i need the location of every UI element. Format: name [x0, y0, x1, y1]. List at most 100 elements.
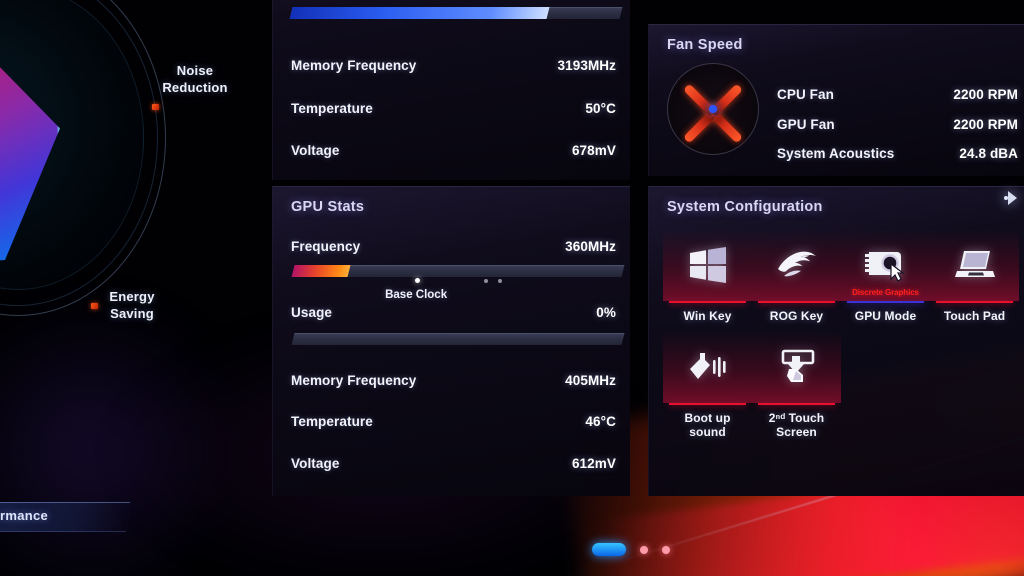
config-tile-second-touch-screen[interactable]: 2ⁿᵈ Touch Screen	[752, 331, 841, 439]
fan-hub	[709, 105, 717, 113]
page-dot-2[interactable]	[640, 545, 648, 554]
page-indicator[interactable]	[592, 543, 670, 556]
system-configuration-title: System Configuration	[667, 199, 823, 215]
gpu-frequency-bar[interactable]	[291, 265, 625, 277]
gpu-frequency-bar-fill	[291, 265, 351, 277]
gpu-temperature-label: Temperature	[291, 414, 373, 429]
fan-icon	[667, 63, 759, 155]
gpu-frequency-value: 360MHz	[565, 239, 616, 254]
chevron-right-icon[interactable]	[1002, 188, 1022, 208]
config-tile-touch-pad[interactable]: Touch Pad	[930, 229, 1019, 323]
table-row: Voltage 612mV	[291, 456, 616, 474]
boot-sound-icon	[686, 347, 730, 387]
gpu-tick-marker-2	[497, 279, 502, 283]
rog-eye-logo-icon	[775, 245, 819, 285]
config-label-line1: ROG Key	[769, 309, 824, 323]
performance-mode-label: rmance	[0, 508, 49, 523]
fan-speed-title: Fan Speed	[667, 37, 743, 53]
cpu-memory-frequency-value: 3193MHz	[557, 58, 616, 73]
cpu-temperature-label: Temperature	[291, 101, 373, 116]
config-tile-underline	[758, 403, 835, 405]
gpu-temperature-value: 46°C	[585, 414, 616, 429]
system-configuration-panel: System Configuration Win Key ROG Key Dis…	[648, 186, 1024, 496]
config-label-line2: sound	[689, 425, 726, 439]
config-tile-art	[752, 229, 841, 301]
cpu-fan-value: 2200 RPM	[953, 87, 1018, 102]
dial-tick-energy-saving	[91, 303, 98, 309]
ambient-glow-left	[0, 300, 240, 576]
system-configuration-grid: Win Key ROG Key Discrete Graphics GPU Mo…	[663, 229, 1019, 439]
cpu-stats-panel: Memory Frequency 3193MHz Temperature 50°…	[272, 0, 630, 180]
config-tile-label: 2ⁿᵈ Touch Screen	[752, 411, 841, 439]
config-tile-win-key[interactable]: Win Key	[663, 229, 752, 323]
gpu-voltage-label: Voltage	[291, 456, 340, 471]
gpu-tick-marker-1	[484, 279, 489, 283]
gpu-voltage-value: 612mV	[571, 456, 616, 471]
config-tile-label: GPU Mode	[841, 309, 930, 323]
performance-radar-dial[interactable]	[0, 0, 170, 320]
config-tile-underline	[669, 301, 746, 303]
cpu-frequency-bar[interactable]	[289, 7, 623, 19]
page-dot-active[interactable]	[592, 543, 626, 556]
config-tile-label: Boot up sound	[663, 411, 752, 439]
table-row: Temperature 46°C	[291, 414, 616, 432]
table-row: Frequency 360MHz	[291, 239, 616, 257]
config-tile-art	[663, 229, 752, 301]
config-tile-gpu-mode[interactable]: Discrete Graphics GPU Mode	[841, 229, 930, 323]
table-row: System Acoustics 24.8 dBA	[777, 146, 1018, 164]
cpu-frequency-bar-fill	[289, 7, 550, 19]
gpu-memory-frequency-label: Memory Frequency	[291, 373, 417, 388]
config-label-line1: 2ⁿᵈ Touch	[768, 411, 825, 425]
table-row: Memory Frequency 3193MHz	[291, 58, 616, 76]
gpu-usage-label: Usage	[291, 305, 333, 320]
table-row: Voltage 678mV	[291, 143, 616, 161]
base-clock-caption: Base Clock	[385, 289, 448, 301]
gpu-usage-bar-fill	[291, 333, 295, 345]
dial-label-energy-line1: Energy	[109, 289, 155, 304]
cpu-temperature-value: 50°C	[585, 101, 616, 116]
base-clock-marker[interactable]	[415, 278, 421, 283]
config-label-line1: Touch Pad	[943, 309, 1006, 323]
dial-label-noise-line1: Noise	[176, 63, 214, 78]
config-label-line2: Screen	[776, 425, 817, 439]
table-row: Temperature 50°C	[291, 101, 616, 119]
gpu-fan-value: 2200 RPM	[953, 117, 1018, 132]
config-tile-underline	[758, 301, 835, 303]
windows-logo-icon	[686, 245, 730, 285]
config-tile-art: Discrete Graphics	[841, 229, 930, 301]
config-tile-boot-up-sound[interactable]: Boot up sound	[663, 331, 752, 439]
dial-label-energy-line2: Saving	[110, 306, 154, 321]
config-label-line1: GPU Mode	[854, 309, 917, 323]
cpu-voltage-value: 678mV	[571, 143, 616, 158]
config-tile-art	[752, 331, 841, 403]
gpu-stats-title: GPU Stats	[291, 199, 365, 215]
gpu-usage-value: 0%	[596, 305, 616, 320]
gpu-memory-frequency-value: 405MHz	[565, 373, 616, 388]
page-dot-3[interactable]	[662, 545, 670, 554]
cpu-memory-frequency-label: Memory Frequency	[291, 58, 417, 73]
config-tile-rog-key[interactable]: ROG Key	[752, 229, 841, 323]
gpu-stats-panel: GPU Stats Frequency 360MHz Base Clock Us…	[272, 186, 630, 496]
table-row: Usage 0%	[291, 305, 616, 323]
gpu-fan-label: GPU Fan	[777, 117, 835, 132]
gpu-mode-sublabel: Discrete Graphics	[852, 288, 919, 297]
cpu-fan-label: CPU Fan	[777, 87, 834, 102]
table-row: Memory Frequency 405MHz	[291, 373, 616, 391]
second-touch-screen-icon	[775, 347, 819, 387]
cpu-voltage-label: Voltage	[291, 143, 340, 158]
config-tile-underline	[936, 301, 1013, 303]
dial-label-noise-reduction[interactable]: Noise Reduction	[160, 62, 230, 96]
dial-label-energy-saving[interactable]: Energy Saving	[100, 288, 164, 322]
config-tile-label: Touch Pad	[930, 309, 1019, 323]
system-acoustics-value: 24.8 dBA	[959, 146, 1018, 161]
config-tile-underline	[669, 403, 746, 405]
laptop-touchpad-icon	[953, 245, 997, 285]
config-tile-label: Win Key	[663, 309, 752, 323]
system-acoustics-label: System Acoustics	[777, 146, 895, 161]
config-tile-art	[663, 331, 752, 403]
dial-tick-noise-reduction	[152, 104, 159, 110]
config-tile-underline	[847, 301, 924, 303]
gpu-usage-bar[interactable]	[291, 333, 625, 345]
config-label-line1: Boot up	[684, 411, 731, 425]
config-tile-label: ROG Key	[752, 309, 841, 323]
